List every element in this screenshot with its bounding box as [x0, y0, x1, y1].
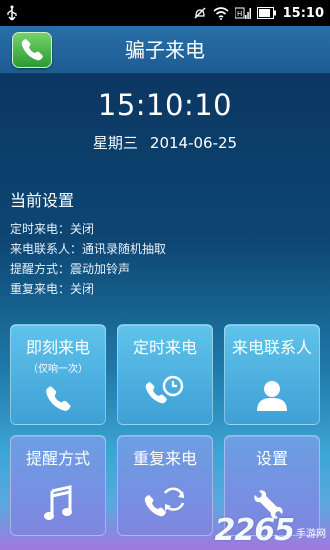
main-content: 15:10:10 星期三 2014-06-25 当前设置 定时来电：关闭 来电联系… — [0, 74, 330, 550]
app-title: 骗子来电 — [125, 38, 205, 62]
setting-contact: 来电联系人：通讯录随机抽取 — [10, 242, 167, 256]
tile-label: 设置 — [255, 449, 288, 468]
settings-list: 定时来电：关闭 来电联系人：通讯录随机抽取 提醒方式：震动加铃声 重复来电：关闭 — [10, 219, 166, 299]
setting-repeat-call: 重复来电：关闭 — [10, 282, 95, 296]
title-bar: 骗子来电 — [0, 26, 330, 74]
mute-icon — [193, 6, 207, 20]
clock-time: 15:10:10 — [97, 88, 233, 122]
status-bar: H 15:10 — [0, 0, 330, 26]
svg-text:H: H — [237, 10, 242, 18]
tile-label: 来电联系人 — [231, 338, 312, 357]
instant-call-button[interactable]: 即刻来电 （仅响一次） — [10, 324, 106, 425]
watermark-logo: 2265 手游网 — [215, 513, 327, 548]
tile-label: 重复来电 — [132, 449, 197, 468]
clock-date: 星期三 2014-06-25 — [0, 132, 330, 153]
tile-sublabel: （仅响一次） — [28, 364, 88, 375]
phone-repeat-icon — [144, 487, 185, 517]
status-time: 15:10 — [282, 5, 324, 21]
person-icon — [257, 381, 287, 411]
call-contact-button[interactable]: 来电联系人 — [224, 324, 320, 425]
watermark-number: 2265 — [214, 513, 295, 548]
watermark-text: 手游网 — [296, 529, 326, 540]
tile-label: 即刻来电 — [25, 338, 90, 357]
weekday-label: 星期三 — [92, 134, 138, 152]
setting-alert-mode: 提醒方式：震动加铃声 — [10, 262, 131, 276]
music-note-icon — [44, 485, 72, 520]
tile-label: 定时来电 — [132, 338, 197, 357]
signal-icon: H — [234, 6, 251, 20]
setting-timed-call: 定时来电：关闭 — [10, 222, 95, 236]
date-label: 2014-06-25 — [149, 134, 238, 152]
tile-label: 提醒方式 — [25, 449, 90, 468]
timed-call-button[interactable]: 定时来电 — [117, 324, 213, 425]
alert-mode-button[interactable]: 提醒方式 — [10, 435, 106, 536]
usb-icon — [6, 5, 18, 21]
repeat-call-button[interactable]: 重复来电 — [117, 435, 213, 536]
phone-icon — [46, 386, 71, 411]
wifi-icon — [213, 6, 229, 20]
battery-icon — [256, 7, 277, 19]
settings-heading: 当前设置 — [10, 191, 75, 210]
phone-timer-icon — [145, 375, 184, 404]
